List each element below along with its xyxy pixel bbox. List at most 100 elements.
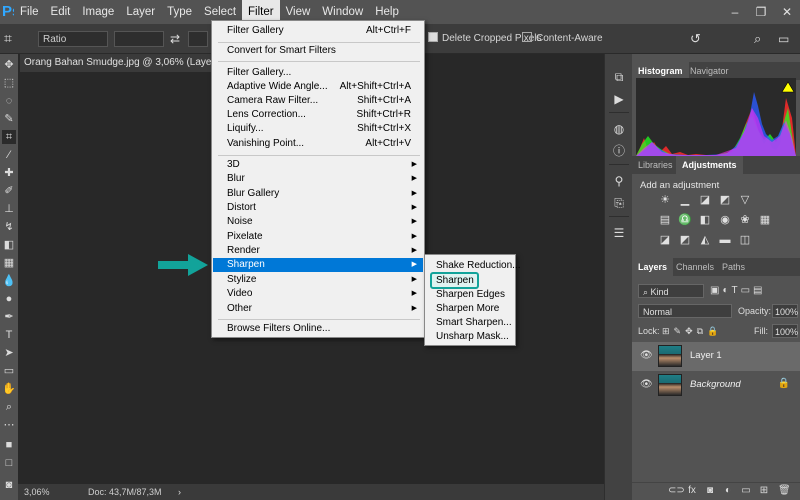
menu-item-convert-smart[interactable]: Convert for Smart Filters	[213, 44, 423, 58]
fill-field[interactable]: 100%	[772, 324, 798, 338]
gradient-map-icon[interactable]: ▬	[718, 234, 732, 246]
menu-item-last-filter[interactable]: Filter Gallery Alt+Ctrl+F	[213, 24, 423, 38]
menu-item-liquify[interactable]: Liquify... Shift+Ctrl+X	[213, 122, 423, 136]
photo-filter-icon[interactable]: ◉	[718, 214, 732, 226]
menu-item-adaptive-wide-angle[interactable]: Adaptive Wide Angle... Alt+Shift+Ctrl+A	[213, 80, 423, 94]
curves-icon[interactable]: ◪	[698, 194, 712, 206]
properties-panel-icon[interactable]: ☰	[612, 226, 626, 240]
kind-filter-select[interactable]: ⌕ Kind	[638, 284, 704, 298]
content-aware-option[interactable]: Content-Aware	[522, 31, 603, 47]
menu-item-browse-online[interactable]: Browse Filters Online...	[213, 322, 423, 336]
eraser-tool-icon[interactable]: ◧	[2, 238, 16, 252]
black-white-icon[interactable]: ◧	[698, 214, 712, 226]
channel-mixer-icon[interactable]: ❀	[738, 214, 752, 226]
menu-item-blur[interactable]: Blur ▶	[213, 172, 423, 186]
menu-item-distort[interactable]: Distort ▶	[213, 201, 423, 215]
foreground-color-icon[interactable]: ■	[2, 438, 16, 452]
more-tools-icon[interactable]: ⋯	[2, 418, 16, 432]
actions-panel-icon[interactable]: ▶	[612, 92, 626, 106]
menu-item-lens-correction[interactable]: Lens Correction... Shift+Ctrl+R	[213, 108, 423, 122]
vibrance-icon[interactable]: ▽	[738, 194, 752, 206]
delete-cropped-checkbox[interactable]	[428, 32, 438, 42]
shape-tool-icon[interactable]: ▭	[2, 364, 16, 378]
content-aware-checkbox[interactable]	[522, 32, 532, 42]
brush-tool-icon[interactable]: ✐	[2, 184, 16, 198]
history-panel-icon[interactable]: ⧉	[612, 70, 626, 84]
menu-type[interactable]: Type	[161, 0, 198, 24]
invert-icon[interactable]: ◪	[658, 234, 672, 246]
close-button[interactable]: ✕	[774, 0, 800, 24]
brush-panel-icon[interactable]: ⚲	[612, 174, 626, 188]
menu-item-vanishing-point[interactable]: Vanishing Point... Alt+Ctrl+V	[213, 137, 423, 151]
pen-tool-icon[interactable]: ✒	[2, 310, 16, 324]
dodge-tool-icon[interactable]: ●	[2, 292, 16, 306]
layer-row-background[interactable]: 👁 Background 🔒	[632, 371, 800, 400]
visibility-eye-icon[interactable]: 👁	[640, 379, 653, 391]
menu-item-blur-gallery[interactable]: Blur Gallery ▶	[213, 187, 423, 201]
tab-channels[interactable]: Channels	[670, 258, 720, 276]
menu-item-other[interactable]: Other ▶	[213, 302, 423, 316]
menu-edit[interactable]: Edit	[45, 0, 77, 24]
opacity-field[interactable]: 100%	[772, 304, 798, 318]
submenu-item-sharpen[interactable]: Sharpen	[436, 274, 474, 288]
document-tab[interactable]: Orang Bahan Smudge.jpg @ 3,06% (Layer 1,…	[20, 54, 212, 72]
fx-icon[interactable]: fx	[686, 485, 698, 497]
new-layer-icon[interactable]: ⊞	[758, 485, 770, 497]
color-lookup-icon[interactable]: ▦	[758, 214, 772, 226]
swap-icon[interactable]: ⇄	[170, 31, 180, 47]
submenu-item-shake-reduction[interactable]: Shake Reduction...	[436, 259, 521, 273]
menu-image[interactable]: Image	[76, 0, 120, 24]
menu-item-filter-gallery[interactable]: Filter Gallery...	[213, 66, 423, 80]
levels-icon[interactable]: ▁	[678, 194, 692, 206]
brightness-icon[interactable]: ☀	[658, 194, 672, 206]
adjustment-layer-icon[interactable]: ◐	[722, 485, 734, 497]
gradient-tool-icon[interactable]: ▦	[2, 256, 16, 270]
workspace-icon[interactable]: ▭	[778, 31, 789, 47]
menu-item-video[interactable]: Video ▶	[213, 287, 423, 301]
healing-tool-icon[interactable]: ✚	[2, 166, 16, 180]
menu-item-sharpen[interactable]: Sharpen ▶	[213, 258, 423, 272]
width-field[interactable]	[114, 31, 164, 47]
lasso-tool-icon[interactable]: ◌	[2, 94, 16, 108]
new-group-icon[interactable]: ▭	[740, 485, 752, 497]
link-layers-icon[interactable]: ⊂⊃	[668, 485, 685, 497]
menu-item-pixelate[interactable]: Pixelate ▶	[213, 230, 423, 244]
menu-item-stylize[interactable]: Stylize ▶	[213, 273, 423, 287]
tab-libraries[interactable]: Libraries	[632, 156, 679, 174]
add-mask-icon[interactable]: ◙	[704, 485, 716, 497]
background-color-icon[interactable]: □	[2, 456, 16, 470]
color-panel-icon[interactable]: ◍	[612, 122, 626, 136]
color-balance-icon[interactable]: ♎	[678, 214, 692, 226]
tab-layers[interactable]: Layers	[632, 258, 674, 276]
submenu-item-smart-sharpen[interactable]: Smart Sharpen...	[436, 316, 512, 330]
posterize-icon[interactable]: ◩	[678, 234, 692, 246]
quick-mask-icon[interactable]: ◙	[2, 478, 16, 492]
exposure-icon[interactable]: ◩	[718, 194, 732, 206]
ratio-select[interactable]: Ratio	[38, 31, 108, 47]
status-arrow-icon[interactable]: ›	[178, 484, 181, 500]
menu-item-3d[interactable]: 3D ▶	[213, 158, 423, 172]
history-brush-tool-icon[interactable]: ↯	[2, 220, 16, 234]
minimize-button[interactable]: –	[722, 0, 748, 24]
submenu-item-unsharp-mask[interactable]: Unsharp Mask...	[436, 330, 509, 344]
hue-saturation-icon[interactable]: ▤	[658, 214, 672, 226]
clone-source-icon[interactable]: ⎘	[612, 196, 626, 210]
reset-icon[interactable]: ↺	[690, 31, 701, 47]
crop-tool-icon[interactable]: ⌗	[4, 30, 12, 46]
path-select-tool-icon[interactable]: ➤	[2, 346, 16, 360]
height-field[interactable]	[188, 31, 208, 47]
menu-file[interactable]: File	[14, 0, 45, 24]
quick-select-tool-icon[interactable]: ✎	[2, 112, 16, 126]
eyedropper-tool-icon[interactable]: ⁄	[2, 148, 16, 162]
menu-item-render[interactable]: Render ▶	[213, 244, 423, 258]
blur-tool-icon[interactable]: 💧	[2, 274, 16, 288]
stamp-tool-icon[interactable]: ⊥	[2, 202, 16, 216]
hand-tool-icon[interactable]: ✋	[2, 382, 16, 396]
tab-paths[interactable]: Paths	[716, 258, 751, 276]
selective-color-icon[interactable]: ◫	[738, 234, 752, 246]
layer-filter-icons[interactable]: ▣◐T▭▤	[710, 284, 794, 298]
crop-tool-icon[interactable]: ⌗	[2, 130, 16, 144]
threshold-icon[interactable]: ◭	[698, 234, 712, 246]
menu-item-noise[interactable]: Noise ▶	[213, 215, 423, 229]
submenu-item-sharpen-edges[interactable]: Sharpen Edges	[436, 288, 505, 302]
